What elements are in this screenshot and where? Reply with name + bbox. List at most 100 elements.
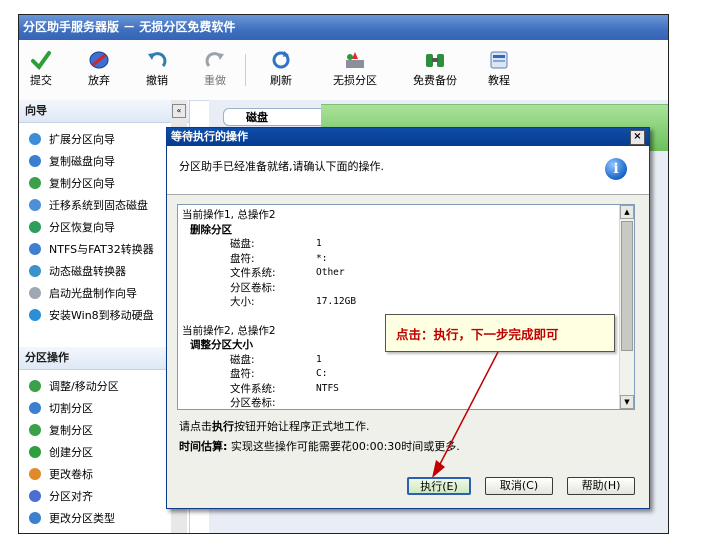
ntfs-fat32-icon [29, 243, 41, 255]
field-key: 分区卷标: [230, 397, 276, 409]
lossless-partition-button[interactable]: 无损分区 [331, 50, 379, 88]
collapse-icon[interactable]: « [172, 104, 186, 118]
operations-scrollbar[interactable]: ▲ ▼ [619, 205, 634, 409]
copy-disk-icon [29, 155, 41, 167]
partition-ops-section-header: 分区操作 [19, 347, 189, 370]
list-item: 盘符: C: [182, 367, 618, 382]
list-item: 分区卷标: [182, 396, 618, 409]
undo-icon [148, 52, 167, 68]
sidebar-item-copy-disk-wizard[interactable]: 复制磁盘向导 [19, 151, 189, 173]
sidebar-item-change-label[interactable]: 更改卷标 [19, 464, 189, 486]
sidebar-item-dynamic-disk-converter[interactable]: 动态磁盘转换器 [19, 261, 189, 283]
disk-label: 磁盘 [223, 108, 333, 126]
field-value: 1 [316, 353, 322, 365]
field-key: 磁盘: [230, 353, 255, 366]
sidebar-item-ntfs-fat32-converter[interactable]: NTFS与FAT32转换器 [19, 239, 189, 261]
undo-button[interactable]: 撤销 [143, 50, 171, 88]
win8-usb-icon [29, 309, 41, 321]
list-item: 文件系统: Other [182, 266, 618, 281]
sidebar-item-resize-move-partition[interactable]: 调整/移动分区 [19, 376, 189, 398]
migrate-ssd-icon [29, 199, 41, 211]
window-title: 分区助手服务器版 － 无损分区免费软件 [19, 15, 668, 40]
sidebar-item-label: 切割分区 [49, 402, 93, 415]
field-value: *: [316, 252, 328, 264]
partition-icon [346, 52, 364, 68]
tutorial-icon [490, 51, 508, 69]
field-value: Other [316, 267, 345, 278]
sidebar-item-create-partition[interactable]: 创建分区 [19, 442, 189, 464]
field-key: 盘符: [230, 368, 255, 380]
field-value: 17.12GB [316, 296, 357, 307]
scroll-down-icon[interactable]: ▼ [620, 395, 634, 409]
refresh-label: 刷新 [270, 74, 292, 87]
discard-button[interactable]: 放弃 [85, 50, 113, 88]
callout-text: 点击：执行，下一步完成即可 [396, 327, 559, 342]
sidebar-item-win8-to-go[interactable]: 安装Win8到移动硬盘 [19, 305, 189, 327]
scroll-thumb[interactable] [621, 221, 633, 351]
estimate-text: 实现这些操作可能需要花00:00:30时间或更多. [227, 440, 460, 453]
submit-button[interactable]: 提交 [27, 50, 55, 88]
sidebar-item-extend-partition-wizard[interactable]: 扩展分区向导 [19, 129, 189, 151]
cancel-button[interactable]: 取消(C) [485, 477, 553, 495]
sidebar-item-copy-partition[interactable]: 复制分区 [19, 420, 189, 442]
sidebar-item-label: 更改卷标 [49, 468, 93, 481]
field-value: NTFS [316, 382, 339, 394]
lossless-partition-label: 无损分区 [333, 74, 377, 87]
execute-instruction: 请点击执行按钮开始让程序正式地工作. [179, 418, 370, 434]
sidebar-item-label: 创建分区 [49, 446, 93, 459]
sidebar-item-bootable-cd-wizard[interactable]: 启动光盘制作向导 [19, 283, 189, 305]
refresh-button[interactable]: 刷新 [267, 50, 295, 88]
check-icon [31, 51, 51, 70]
sidebar: 向导 扩展分区向导 复制磁盘向导 复制分区向导 迁移系统到固态磁盘 分区恢复向导… [19, 100, 190, 533]
redo-label: 重做 [204, 74, 226, 87]
list-item: 磁盘: 1 [182, 353, 618, 368]
execute-button[interactable]: 执行(E) [407, 477, 471, 495]
sidebar-item-copy-partition-wizard[interactable]: 复制分区向导 [19, 173, 189, 195]
sidebar-item-partition-align[interactable]: 分区对齐 [19, 486, 189, 508]
create-icon [29, 446, 41, 458]
resize-move-icon [29, 380, 41, 392]
sidebar-item-label: NTFS与FAT32转换器 [49, 243, 154, 256]
free-backup-button[interactable]: 免费备份 [411, 50, 459, 88]
field-key: 文件系统: [230, 267, 276, 279]
toolbar-separator [245, 54, 246, 86]
sidebar-item-label: 动态磁盘转换器 [49, 265, 126, 278]
sidebar-item-label: 迁移系统到固态磁盘 [49, 199, 148, 212]
redo-button[interactable]: 重做 [201, 50, 229, 88]
field-key: 盘符: [230, 252, 255, 265]
boot-cd-icon [29, 287, 41, 299]
wizard-section-header: 向导 [19, 100, 189, 123]
sidebar-item-split-partition[interactable]: 切割分区 [19, 398, 189, 420]
field-key: 文件系统: [230, 382, 276, 395]
type-icon [29, 512, 41, 524]
label-icon [29, 468, 41, 480]
sidebar-item-label: 复制分区 [49, 424, 93, 437]
field-key: 分区卷标: [230, 281, 276, 294]
sidebar-item-label: 复制分区向导 [49, 177, 115, 190]
sidebar-item-label: 调整/移动分区 [49, 380, 119, 393]
toolbar: 提交 放弃 撤销 重做 刷新 无损分区 免费备份 教程 [19, 40, 668, 101]
sidebar-item-label: 安装Win8到移动硬盘 [49, 309, 154, 322]
help-button[interactable]: 帮助(H) [567, 477, 635, 495]
sidebar-item-label: 复制磁盘向导 [49, 155, 115, 168]
note-text: 请点击 [179, 420, 212, 433]
list-item: 大小: 17.12GB [182, 295, 618, 310]
free-backup-label: 免费备份 [413, 74, 457, 87]
operations-content: 当前操作1, 总操作2 删除分区 磁盘: 1 盘符: *: 文件系统: Other 分… [182, 208, 618, 409]
sidebar-item-label: 更改分区类型 [49, 512, 115, 525]
sidebar-item-migrate-os-ssd[interactable]: 迁移系统到固态磁盘 [19, 195, 189, 217]
backup-icon [426, 54, 444, 67]
sidebar-item-partition-recovery[interactable]: 分区恢复向导 [19, 217, 189, 239]
sidebar-item-change-partition-type[interactable]: 更改分区类型 [19, 508, 189, 530]
discard-label: 放弃 [88, 74, 110, 87]
list-item: 分区卷标: [182, 281, 618, 296]
scroll-up-icon[interactable]: ▲ [620, 205, 634, 219]
close-icon[interactable]: × [630, 130, 645, 145]
tutorial-button[interactable]: 教程 [485, 50, 513, 88]
note-bold: 执行 [212, 420, 234, 433]
field-value: C: [316, 368, 328, 379]
submit-label: 提交 [30, 74, 52, 87]
operations-list[interactable]: 当前操作1, 总操作2 删除分区 磁盘: 1 盘符: *: 文件系统: Other 分… [177, 204, 635, 410]
refresh-icon [272, 51, 290, 69]
redo-icon [205, 52, 224, 68]
